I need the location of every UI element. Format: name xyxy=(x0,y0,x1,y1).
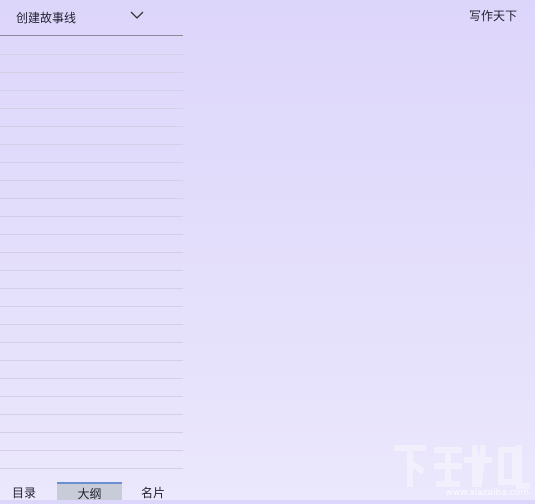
list-row[interactable] xyxy=(0,361,183,379)
list-row[interactable] xyxy=(0,55,183,73)
tab-outline[interactable]: 大纲 xyxy=(57,482,122,501)
chevron-down-icon xyxy=(130,11,144,19)
list-row[interactable] xyxy=(0,343,183,361)
list-row[interactable] xyxy=(0,37,183,55)
list-row[interactable] xyxy=(0,433,183,451)
app-title: 写作天下 xyxy=(468,9,517,23)
storyline-dropdown[interactable]: 创建故事线 xyxy=(0,0,183,36)
list-row[interactable] xyxy=(0,379,183,397)
list-row[interactable] xyxy=(0,325,183,343)
list-row[interactable] xyxy=(0,253,183,271)
list-row[interactable] xyxy=(0,307,183,325)
list-row[interactable] xyxy=(0,73,183,91)
list-row[interactable] xyxy=(0,271,183,289)
list-row[interactable] xyxy=(0,199,183,217)
storyline-dropdown-label: 创建故事线 xyxy=(16,11,77,25)
storyline-list xyxy=(0,37,183,481)
list-row[interactable] xyxy=(0,217,183,235)
list-row[interactable] xyxy=(0,163,183,181)
tab-cards[interactable]: 名片 xyxy=(128,482,178,500)
left-panel: 创建故事线 目录 大纲 名片 xyxy=(0,0,183,501)
list-row[interactable] xyxy=(0,127,183,145)
list-row[interactable] xyxy=(0,109,183,127)
watermark-url: www.xiazaiba.com xyxy=(445,488,529,498)
list-row[interactable] xyxy=(0,145,183,163)
bottom-tab-bar: 目录 大纲 名片 xyxy=(0,482,183,501)
list-row[interactable] xyxy=(0,181,183,199)
list-row[interactable] xyxy=(0,397,183,415)
tab-catalog[interactable]: 目录 xyxy=(0,482,48,500)
list-row[interactable] xyxy=(0,91,183,109)
list-row[interactable] xyxy=(0,289,183,307)
list-row[interactable] xyxy=(0,415,183,433)
list-row[interactable] xyxy=(0,451,183,469)
list-row[interactable] xyxy=(0,235,183,253)
